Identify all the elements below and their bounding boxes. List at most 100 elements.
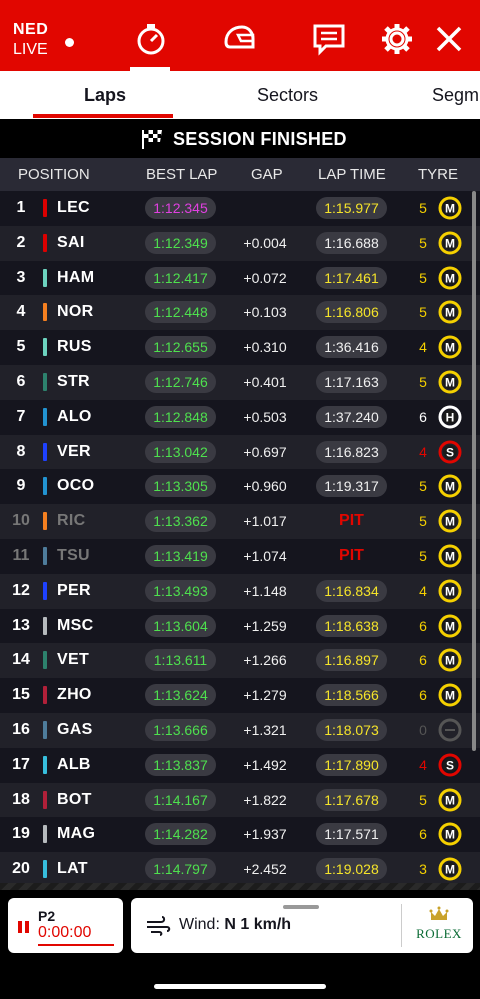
tyre-compound: S [446, 445, 454, 459]
session-timer-card[interactable]: P2 0:00:00 [8, 898, 123, 953]
tyre-laps: 5 [419, 234, 427, 251]
table-row[interactable]: 10 RIC 1:13.362 +1.017 PIT 5 M [0, 504, 480, 539]
team-color-bar [43, 616, 47, 635]
position: 17 [12, 755, 30, 773]
close-icon[interactable] [432, 22, 466, 56]
team-color-bar [43, 755, 47, 774]
table-row[interactable]: 5 RUS 1:12.655 +0.310 1:36.416 4 M [0, 330, 480, 365]
table-row[interactable]: 8 VER 1:13.042 +0.697 1:16.823 4 S [0, 434, 480, 470]
table-row[interactable]: 6 STR 1:12.746 +0.401 1:17.163 5 M [0, 364, 480, 400]
header-gap: GAP [251, 166, 283, 183]
table-row[interactable]: 7 ALO 1:12.848 +0.503 1:37.240 6 H [0, 399, 480, 435]
tyre-laps: 4 [419, 582, 427, 599]
team-color-bar [43, 790, 47, 809]
team-color-bar [43, 581, 47, 600]
tyre-compound: M [445, 549, 455, 563]
tyre-compound: M [445, 828, 455, 842]
scrollbar[interactable] [472, 191, 476, 751]
tab-sectors[interactable]: Sectors [257, 85, 318, 106]
tyre-laps: 6 [419, 826, 427, 843]
table-row[interactable]: 11 TSU 1:13.419 +1.074 PIT 5 M [0, 538, 480, 574]
driver-code: PER [57, 581, 91, 599]
position: 9 [16, 477, 26, 495]
table-row[interactable]: 14 VET 1:13.611 +1.266 1:16.897 6 M [0, 643, 480, 679]
footer-panel: P2 0:00:00 Wind: N 1 km/h ROLEX [0, 890, 480, 999]
position: 14 [12, 651, 30, 669]
wind-readout: Wind: N 1 km/h [179, 916, 291, 934]
pause-icon [18, 921, 29, 933]
team-color-bar [43, 303, 47, 322]
tyre-compound: M [445, 619, 455, 633]
home-indicator[interactable] [154, 984, 326, 989]
timing-icon[interactable] [134, 22, 168, 56]
team-color-bar [43, 651, 47, 670]
tyre-compound: M [445, 306, 455, 320]
sponsor-name: ROLEX [416, 926, 462, 941]
tyre-laps: 5 [419, 269, 427, 286]
tyre-icon: S [438, 440, 462, 464]
table-row[interactable]: 4 NOR 1:12.448 +0.103 1:16.806 5 M [0, 295, 480, 331]
gear-icon[interactable] [380, 22, 414, 56]
table-row[interactable]: 20 LAT 1:14.797 +2.452 1:19.028 3 M [0, 852, 480, 887]
session-banner: SESSION FINISHED [0, 120, 480, 158]
best-lap: 1:13.604 [145, 614, 216, 637]
header-position: POSITION [18, 166, 90, 183]
timer-progress-line [38, 944, 114, 946]
best-lap: 1:13.305 [145, 475, 216, 498]
position: 16 [12, 720, 30, 738]
tyre-icon: M [438, 579, 462, 603]
table-row[interactable]: 3 HAM 1:12.417 +0.072 1:17.461 5 M [0, 260, 480, 296]
driver-code: VET [57, 651, 90, 669]
country-code: NED [13, 21, 49, 38]
rolex-logo: ROLEX [411, 904, 467, 946]
tyre-compound: M [445, 793, 455, 807]
pit-status: PIT [339, 546, 364, 564]
drag-handle[interactable] [283, 905, 319, 909]
gap: +1.266 [243, 652, 287, 669]
driver-code: NOR [57, 303, 94, 321]
table-row[interactable]: 16 GAS 1:13.666 +1.321 1:18.073 0 [0, 712, 480, 748]
driver-code: SAI [57, 233, 85, 251]
table-row[interactable]: 2 SAI 1:12.349 +0.004 1:16.688 5 M [0, 225, 480, 261]
table-row[interactable]: 13 MSC 1:13.604 +1.259 1:18.638 6 M [0, 608, 480, 644]
best-lap: 1:12.417 [145, 266, 216, 289]
chat-icon[interactable] [312, 22, 346, 56]
gap: +1.492 [243, 756, 287, 773]
pit-status: PIT [339, 512, 364, 530]
driver-code: STR [57, 372, 90, 390]
table-row[interactable]: 17 ALB 1:13.837 +1.492 1:17.890 4 S [0, 747, 480, 783]
position: 20 [12, 860, 30, 878]
position: 12 [12, 581, 30, 599]
tyre-laps: 5 [419, 478, 427, 495]
session-status: SESSION FINISHED [173, 129, 347, 149]
table-row[interactable]: 12 PER 1:13.493 +1.148 1:16.834 4 M [0, 573, 480, 609]
tyre-icon [438, 718, 462, 742]
table-row[interactable]: 1 LEC 1:12.345 1:15.977 5 M [0, 191, 480, 226]
gap: +1.017 [243, 513, 287, 530]
team-color-bar [43, 686, 47, 705]
table-row[interactable]: 9 OCO 1:13.305 +0.960 1:19.317 5 M [0, 469, 480, 505]
position: 5 [16, 338, 26, 356]
tyre-icon: M [438, 474, 462, 498]
lap-time: 1:19.317 [316, 475, 387, 498]
table-row[interactable]: 18 BOT 1:14.167 +1.822 1:17.678 5 M [0, 782, 480, 818]
lap-time: 1:16.823 [316, 440, 387, 463]
team-color-bar [43, 407, 47, 426]
table-row[interactable]: 15 ZHO 1:13.624 +1.279 1:18.566 6 M [0, 678, 480, 713]
driver-code: TSU [57, 546, 90, 564]
helmet-icon[interactable] [222, 22, 256, 56]
lap-time: 1:16.688 [316, 231, 387, 254]
tab-segments[interactable]: Segm [432, 85, 479, 106]
best-lap: 1:13.666 [145, 718, 216, 741]
tyre-compound: M [445, 863, 455, 877]
gap: +0.503 [243, 408, 287, 425]
lap-time: 1:37.240 [316, 405, 387, 428]
tyre-laps: 5 [419, 373, 427, 390]
best-lap: 1:13.611 [145, 649, 216, 672]
team-color-bar [43, 825, 47, 844]
driver-code: GAS [57, 720, 93, 738]
table-row[interactable]: 19 MAG 1:14.282 +1.937 1:17.571 6 M [0, 817, 480, 853]
tyre-laps: 6 [419, 652, 427, 669]
tab-laps[interactable]: Laps [84, 85, 126, 106]
gap: +1.259 [243, 617, 287, 634]
